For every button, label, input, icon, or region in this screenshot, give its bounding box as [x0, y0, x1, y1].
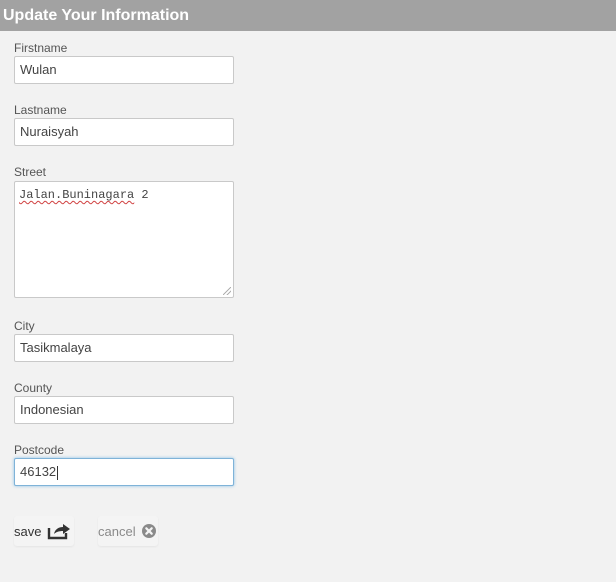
- share-icon: [48, 524, 71, 540]
- county-value: Indonesian: [20, 402, 84, 417]
- city-value: Tasikmalaya: [20, 340, 92, 355]
- lastname-label: Lastname: [14, 103, 67, 117]
- firstname-input[interactable]: Wulan: [14, 56, 234, 84]
- city-input[interactable]: Tasikmalaya: [14, 334, 234, 362]
- save-button-label: save: [14, 523, 42, 539]
- postcode-value: 46132: [20, 464, 57, 479]
- cancel-button-label: cancel: [98, 523, 136, 539]
- street-textarea[interactable]: Jalan.Buninagara 2: [14, 181, 234, 298]
- lastname-input[interactable]: Nuraisyah: [14, 118, 234, 146]
- update-info-form: Firstname Wulan Lastname Nuraisyah Stree…: [14, 0, 254, 582]
- street-value-word: Jalan.Buninagara: [19, 188, 135, 202]
- cancel-button[interactable]: cancel: [98, 516, 158, 546]
- postcode-label: Postcode: [14, 443, 65, 457]
- save-button[interactable]: save: [14, 516, 74, 546]
- county-label: County: [14, 381, 53, 395]
- county-input[interactable]: Indonesian: [14, 396, 234, 424]
- text-caret: [57, 465, 59, 480]
- postcode-input[interactable]: 46132: [14, 458, 234, 486]
- street-label: Street: [14, 165, 47, 179]
- cancel-circle-icon: [141, 524, 156, 538]
- city-label: City: [14, 319, 35, 333]
- resize-grip-icon[interactable]: [223, 287, 231, 295]
- lastname-value: Nuraisyah: [20, 124, 79, 139]
- firstname-label: Firstname: [14, 41, 68, 55]
- firstname-value: Wulan: [20, 62, 57, 77]
- street-value-number: 2: [134, 188, 149, 202]
